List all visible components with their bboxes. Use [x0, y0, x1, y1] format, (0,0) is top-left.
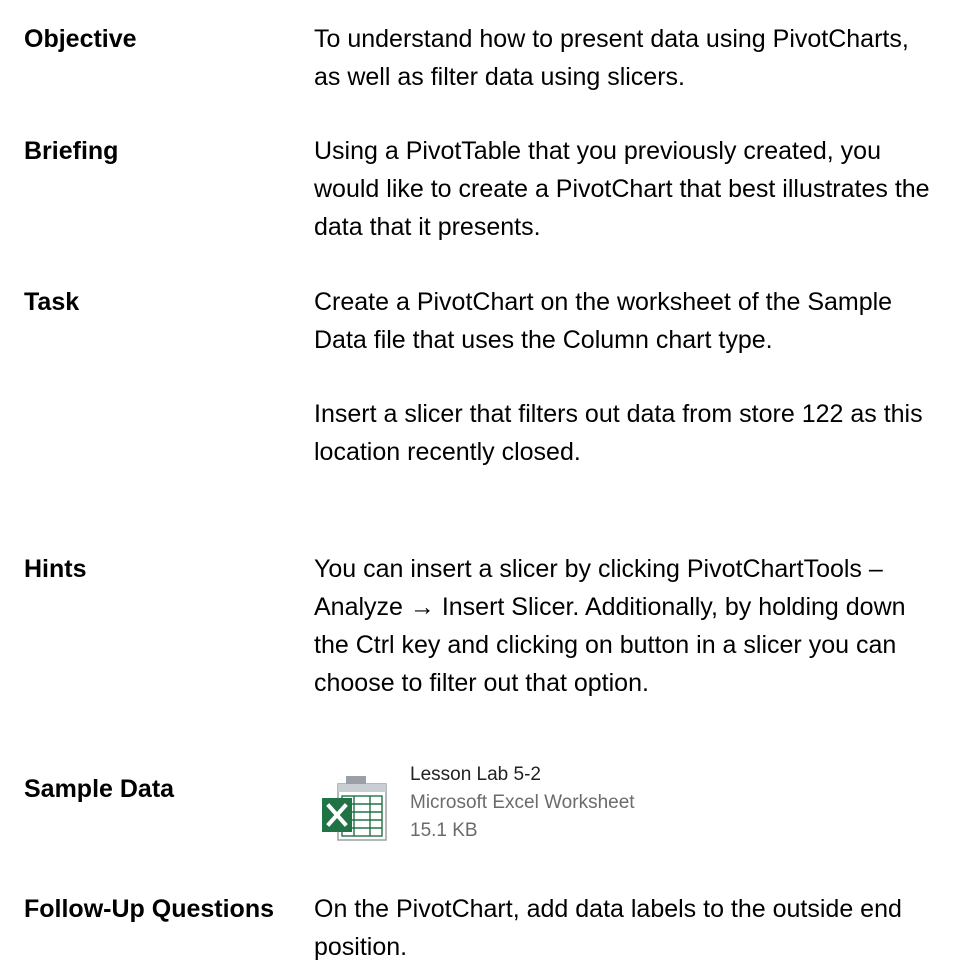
follow-up-text: On the PivotChart, add data labels to th…	[314, 895, 902, 961]
lesson-lab-document: Objective To understand how to present d…	[0, 0, 953, 967]
sample-data-label: Sample Data	[24, 775, 175, 803]
file-name: Lesson Lab 5-2	[410, 764, 541, 785]
file-size: 15.1 KB	[410, 820, 478, 841]
task-content: Create a PivotChart on the worksheet of …	[314, 283, 934, 471]
hints-label: Hints	[24, 555, 87, 583]
follow-up-label: Follow-Up Questions	[24, 895, 274, 923]
briefing-content: Using a PivotTable that you previously c…	[314, 132, 934, 246]
hints-content: You can insert a slicer by clicking Pivo…	[314, 550, 934, 702]
sample-data-content: Lesson Lab 5-2 Microsoft Excel Worksheet…	[314, 762, 934, 862]
task-text-1: Create a PivotChart on the worksheet of …	[314, 288, 893, 354]
file-type: Microsoft Excel Worksheet	[410, 792, 635, 813]
excel-file-icon	[322, 776, 387, 841]
follow-up-content: On the PivotChart, add data labels to th…	[314, 890, 934, 966]
hints-text: You can insert a slicer by clicking Pivo…	[314, 555, 906, 697]
objective-label: Objective	[24, 25, 137, 53]
briefing-text: Using a PivotTable that you previously c…	[314, 137, 930, 241]
objective-text: To understand how to present data using …	[314, 25, 909, 91]
objective-content: To understand how to present data using …	[314, 20, 934, 96]
briefing-label: Briefing	[24, 137, 119, 165]
embedded-file-card[interactable]: Lesson Lab 5-2 Microsoft Excel Worksheet…	[314, 762, 934, 862]
task-label: Task	[24, 288, 80, 316]
task-text-2: Insert a slicer that filters out data fr…	[314, 400, 923, 466]
